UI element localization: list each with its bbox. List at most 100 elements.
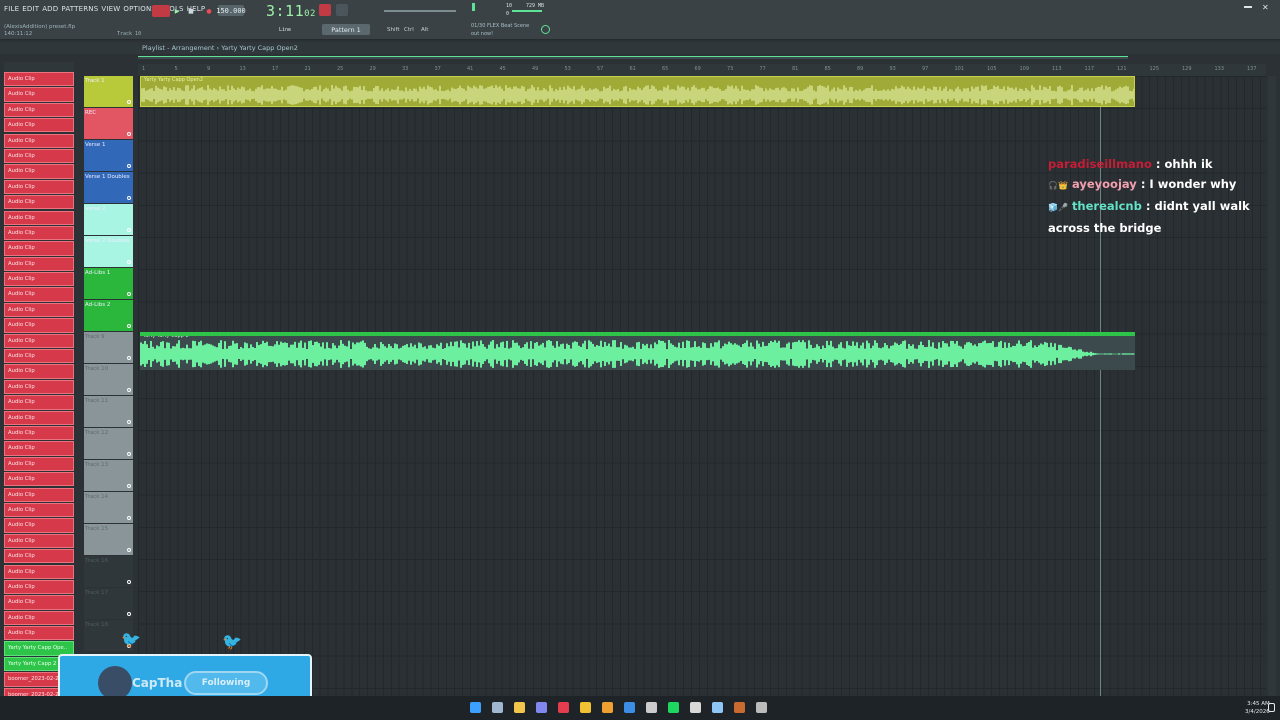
system-clock[interactable]: 3:45 AM 3/4/2026 xyxy=(1245,700,1270,716)
clip-item[interactable]: Audio Clip xyxy=(4,102,74,118)
close-icon[interactable]: ✕ xyxy=(1262,3,1269,12)
horizontal-scrollbar[interactable] xyxy=(138,56,1128,59)
track-mute-icon[interactable] xyxy=(127,100,131,104)
record-icon[interactable]: ● xyxy=(204,5,214,17)
track-mute-icon[interactable] xyxy=(127,484,131,488)
clip-item[interactable]: Audio Clip xyxy=(4,349,74,364)
track-mute-icon[interactable] xyxy=(127,516,131,520)
track-mute-icon[interactable] xyxy=(127,164,131,168)
track-header[interactable]: Verse 2 xyxy=(84,204,133,235)
clip-item[interactable]: Audio Clip xyxy=(4,595,74,610)
clip-item[interactable]: Audio Clip xyxy=(4,318,74,333)
app-icon[interactable] xyxy=(690,702,701,713)
minimize-icon[interactable] xyxy=(1244,6,1252,8)
adobe-icon[interactable] xyxy=(558,702,569,713)
track-header[interactable]: Track 15 xyxy=(84,524,133,555)
clip-item[interactable]: Audio Clip xyxy=(4,472,74,487)
track-header[interactable]: Track 1 xyxy=(84,76,133,107)
discord-icon[interactable] xyxy=(536,702,547,713)
track-mute-icon[interactable] xyxy=(127,612,131,616)
track-header[interactable]: Track 10 xyxy=(84,364,133,395)
track-header[interactable]: Verse 2 Doubles xyxy=(84,236,133,267)
alt-key[interactable]: Alt xyxy=(421,27,428,33)
track-header[interactable]: Track 11 xyxy=(84,396,133,427)
media-icon[interactable] xyxy=(756,702,767,713)
menu-file[interactable]: FILE xyxy=(4,5,19,13)
terminal-icon[interactable] xyxy=(646,702,657,713)
settings-icon[interactable] xyxy=(541,25,550,34)
shift-key[interactable]: Shift xyxy=(387,27,400,33)
track-mute-icon[interactable] xyxy=(127,548,131,552)
snap-selector[interactable]: Line xyxy=(279,27,291,33)
clip-item[interactable]: Audio Clip xyxy=(4,72,74,87)
metronome-icon[interactable] xyxy=(319,4,331,16)
clip-item[interactable]: Audio Clip xyxy=(4,533,74,549)
track-header[interactable]: Track 12 xyxy=(84,428,133,459)
track-mute-icon[interactable] xyxy=(127,132,131,136)
clip-item[interactable]: Audio Clip xyxy=(4,302,74,318)
clip-item[interactable]: Audio Clip xyxy=(4,133,74,148)
track-header[interactable]: Verse 1 xyxy=(84,140,133,171)
track-mute-icon[interactable] xyxy=(127,324,131,328)
clip-item[interactable]: Audio Clip xyxy=(4,456,74,472)
track-mute-icon[interactable] xyxy=(127,260,131,264)
clip-item[interactable]: Audio Clip xyxy=(4,564,74,579)
browser-icon[interactable] xyxy=(624,702,635,713)
clip-item[interactable]: Audio Clip xyxy=(4,395,74,410)
steam-icon[interactable] xyxy=(492,702,503,713)
track-header[interactable]: Track 9 xyxy=(84,332,133,363)
track-header[interactable]: REC xyxy=(84,108,133,139)
clip-item[interactable]: Audio Clip xyxy=(4,379,74,395)
start-icon[interactable] xyxy=(470,702,481,713)
spotify-icon[interactable] xyxy=(668,702,679,713)
ctrl-key[interactable]: Ctrl xyxy=(404,27,414,33)
clip-item[interactable]: Audio Clip xyxy=(4,579,74,595)
obs-icon[interactable] xyxy=(734,702,745,713)
clip-item[interactable]: Audio Clip xyxy=(4,626,74,641)
pattern-song-toggle[interactable] xyxy=(152,5,170,17)
news-line-2[interactable]: out now! xyxy=(471,31,493,37)
file-explorer-icon[interactable] xyxy=(514,702,525,713)
clip-item[interactable]: Audio Clip xyxy=(4,487,74,502)
notification-icon[interactable] xyxy=(1268,703,1275,712)
step-icon[interactable] xyxy=(336,4,348,16)
clip-item[interactable]: Audio Clip xyxy=(4,549,74,564)
menu-view[interactable]: VIEW xyxy=(101,5,120,13)
play-icon[interactable]: ▶ xyxy=(172,5,182,17)
track-header[interactable]: Track 17 xyxy=(84,588,133,619)
clip-item[interactable]: Audio Clip xyxy=(4,441,74,456)
clip-item[interactable]: Audio Clip xyxy=(4,241,74,256)
clip-item[interactable]: Audio Clip xyxy=(4,256,74,271)
track-mute-icon[interactable] xyxy=(127,356,131,360)
track-mute-icon[interactable] xyxy=(127,420,131,424)
song-title[interactable]: Yarty Yarty Capp Open2 xyxy=(221,44,298,52)
clip-item[interactable]: Audio Clip xyxy=(4,179,74,195)
clip-item[interactable]: Audio Clip xyxy=(4,225,74,241)
pattern-selector[interactable]: Pattern 1 xyxy=(322,24,370,35)
clip-item[interactable]: Audio Clip xyxy=(4,610,74,625)
audio-clip-2[interactable]: Yarty Yarty Capp 2 xyxy=(140,332,1135,370)
clip-item[interactable]: Audio Clip xyxy=(4,164,74,179)
clip-item[interactable]: Audio Clip xyxy=(4,87,74,102)
timeline-ruler[interactable]: 1 5 9 13 17 21 25 29 33 37 41 45 49 53 57 61 65 69 73 77 81 8… xyxy=(138,64,1266,76)
menu-add[interactable]: ADD xyxy=(42,5,58,13)
tempo-display[interactable]: 150.000 xyxy=(216,5,246,16)
stop-icon[interactable]: ■ xyxy=(186,5,196,17)
track-mute-icon[interactable] xyxy=(127,388,131,392)
track-header[interactable]: Verse 1 Doubles xyxy=(84,172,133,203)
track-header[interactable]: Track 16 xyxy=(84,556,133,587)
clip-item[interactable]: Audio Clip xyxy=(4,518,74,533)
track-header[interactable]: Ad-Libs 2 xyxy=(84,300,133,331)
clip-item[interactable]: Audio Clip xyxy=(4,333,74,348)
news-line-1[interactable]: 01/30 FLEX Beat Scene xyxy=(471,23,529,29)
menu-patterns[interactable]: PATTERNS xyxy=(61,5,98,13)
master-volume-slider[interactable] xyxy=(384,10,456,12)
track-mute-icon[interactable] xyxy=(127,580,131,584)
clip-item[interactable]: Audio Clip xyxy=(4,502,74,518)
audio-clip-1[interactable]: Yarty Yarty Capp Open2 xyxy=(140,76,1135,107)
track-mute-icon[interactable] xyxy=(127,292,131,296)
clip-item[interactable]: Audio Clip xyxy=(4,410,74,425)
track-header[interactable]: Track 13 xyxy=(84,460,133,491)
fl-studio-icon[interactable] xyxy=(602,702,613,713)
clip-item[interactable]: Audio Clip xyxy=(4,364,74,379)
